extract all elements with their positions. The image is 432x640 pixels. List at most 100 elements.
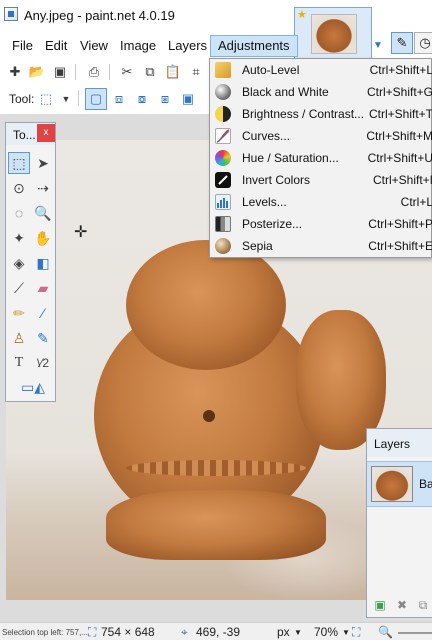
menu-image[interactable]: Image [113,35,163,57]
menu-item-sepia[interactable]: Sepia Ctrl+Shift+E [210,235,432,257]
menu-item-shortcut: Ctrl+Shift+T [368,107,432,121]
units-selector[interactable]: px [277,625,290,639]
toolbar-divider [78,90,79,106]
layers-window-title: Layers [374,437,411,451]
layers-window-header[interactable]: Layers [367,429,432,457]
open-folder-icon[interactable]: 📂 [27,62,47,82]
zoom-level[interactable]: 70% [314,625,338,639]
copy-icon[interactable]: ⧉ [140,62,160,82]
menu-item-brightness-contrast[interactable]: Brightness / Contrast... Ctrl+Shift+T [210,103,432,125]
menu-item-posterize[interactable]: Posterize... Ctrl+Shift+P [210,213,432,235]
chevron-down-icon[interactable]: ▼ [342,628,350,637]
menu-item-curves[interactable]: Curves... Ctrl+Shift+M [210,125,432,147]
delete-layer-icon[interactable]: ✖ [394,597,410,613]
statue-base [106,490,326,560]
image-tab-strip[interactable]: ★ [294,7,372,59]
duplicate-layer-icon[interactable]: ⧉ [415,597,431,613]
new-image-icon[interactable]: ✚ [5,62,25,82]
menu-item-levels[interactable]: Levels... Ctrl+L [210,191,432,213]
layer-name: Ba [419,477,432,491]
line-curve-icon[interactable]: \⁄2 [32,352,54,374]
zoom-out-icon[interactable]: 🔍 [378,625,393,639]
menu-item-shortcut: Ctrl+Shift+I [372,173,432,187]
menu-item-label: Sepia [242,239,273,253]
menu-item-auto-level[interactable]: Auto-Level Ctrl+Shift+L [210,59,432,81]
paintbrush-icon[interactable]: ⟋ [8,277,30,299]
window-title: Any.jpeg - paint.net 4.0.19 [24,8,175,23]
selection-info: Selection top left: 757,... [2,628,88,637]
eraser-icon[interactable]: ▰ [32,277,54,299]
menu-edit[interactable]: Edit [38,35,74,57]
chevron-down-icon[interactable]: ▼ [373,40,383,51]
zoom-slider[interactable] [398,632,432,634]
pan-icon[interactable]: ✋ [32,227,54,249]
layer-thumbnail [371,466,413,502]
lasso-select-icon[interactable]: ⊙ [8,177,30,199]
save-icon[interactable]: ▣ [50,62,70,82]
selection-mode-invert-button[interactable]: ▣ [177,88,199,110]
levels-icon [215,194,231,210]
tools-window: To... x ⬚ ➤ ⊙ ⇢ ◌ 🔍 ✦ ✋ ◈ ◧ ⟋ ▰ ✏ ⁄ ♙ ✎ … [5,122,56,402]
menu-item-label: Black and White [242,85,329,99]
crosshair-cursor-icon: ✛ [74,224,88,241]
current-tool-icon[interactable]: ⬚ [36,89,56,109]
toolbar-divider [109,64,110,80]
add-layer-icon[interactable]: ▣ [372,597,388,613]
color-picker-icon[interactable]: ⁄ [32,302,54,324]
menu-item-hue-saturation[interactable]: Hue / Saturation... Ctrl+Shift+U [210,147,432,169]
auto-level-icon [215,62,231,78]
history-toggle-button[interactable]: ◷ [414,32,432,54]
image-size: 754 × 648 [101,625,155,639]
zoom-icon[interactable]: 🔍 [32,202,54,224]
gradient-icon[interactable]: ◧ [32,252,54,274]
tools-window-title: To... [13,128,36,142]
menu-file[interactable]: File [5,35,40,57]
cursor-position: 469, -39 [196,625,241,639]
tools-window-header[interactable]: To... x [6,123,55,145]
menu-item-label: Posterize... [242,217,303,231]
chevron-down-icon[interactable]: ▼ [56,89,76,109]
menu-item-shortcut: Ctrl+Shift+M [366,129,432,143]
cursor-position-icon: ⌖ [181,625,188,639]
chevron-down-icon[interactable]: ▼ [294,628,302,637]
paint-bucket-icon[interactable]: ◈ [8,252,30,274]
clone-stamp-icon[interactable]: ♙ [8,327,30,349]
menu-item-invert-colors[interactable]: Invert Colors Ctrl+Shift+I [210,169,432,191]
tools-toggle-button[interactable]: ✎ [391,32,413,54]
magic-wand-icon[interactable]: ✦ [8,227,30,249]
selection-mode-replace-button[interactable]: ▢ [85,88,107,110]
image-thumbnail[interactable] [311,14,357,54]
statue-navel [203,410,215,422]
text-icon[interactable]: T [8,352,30,374]
crop-icon[interactable]: ⌗ [186,62,206,82]
menu-bar: File Edit View Image Layers Adjustments [0,32,298,58]
layer-row[interactable]: Ba [367,461,432,507]
move-selected-icon[interactable]: ➤ [32,152,54,174]
pencil-icon[interactable]: ✏ [8,302,30,324]
cut-icon[interactable]: ✂ [117,62,137,82]
menu-item-label: Levels... [242,195,287,209]
recolor-icon[interactable]: ✎ [32,327,54,349]
selection-mode-union-button[interactable]: ⧈ [108,88,130,110]
star-icon: ★ [297,9,307,21]
menu-layers[interactable]: Layers [161,35,214,57]
ellipse-select-icon[interactable]: ◌ [8,202,30,224]
close-icon[interactable]: x [37,124,55,142]
move-selection-icon[interactable]: ⇢ [32,177,54,199]
menu-item-label: Auto-Level [242,63,300,77]
shapes-icon[interactable]: ▭◭ [16,376,50,398]
menu-item-label: Curves... [242,129,291,143]
selection-mode-intersect-button[interactable]: ⧆ [154,88,176,110]
selection-mode-exclude-button[interactable]: ⧇ [131,88,153,110]
menu-view[interactable]: View [73,35,115,57]
menu-item-black-and-white[interactable]: Black and White Ctrl+Shift+G [210,81,432,103]
tool-label: Tool: [9,92,35,106]
menu-item-shortcut: Ctrl+Shift+U [367,151,432,165]
rectangle-select-icon[interactable]: ⬚ [8,152,30,174]
menu-adjustments[interactable]: Adjustments [210,35,298,57]
paste-icon[interactable]: 📋 [163,62,183,82]
menu-item-shortcut: Ctrl+Shift+L [369,63,432,77]
zoom-to-window-icon[interactable]: ⛶ [352,625,360,640]
print-icon[interactable]: ⎙ [84,62,104,82]
black-and-white-icon [215,84,231,100]
